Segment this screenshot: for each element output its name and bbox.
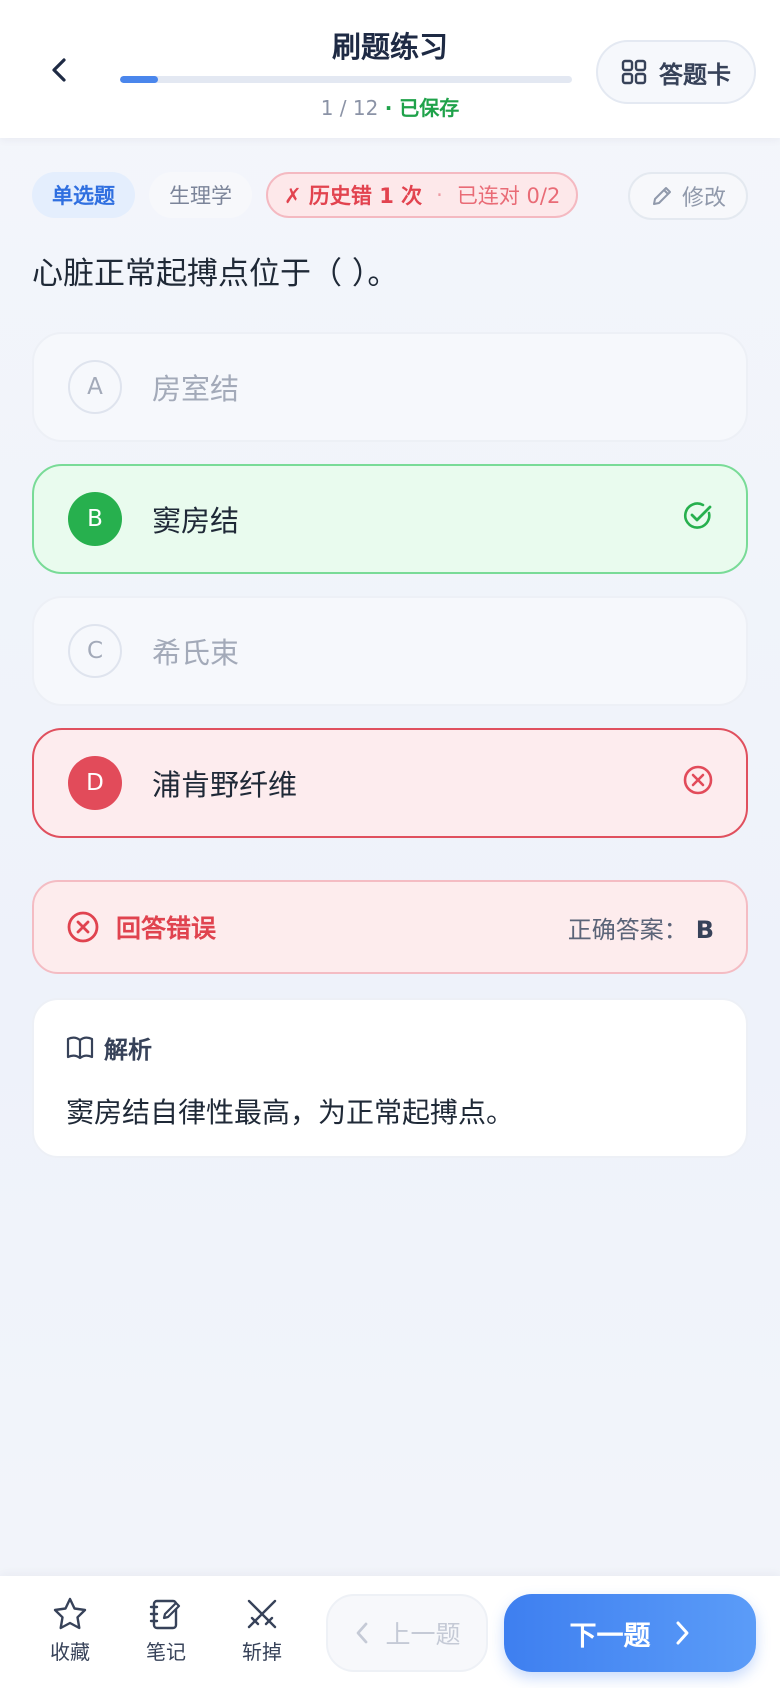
analysis-title: 解析	[104, 1036, 152, 1064]
x-circle-icon	[67, 911, 99, 943]
notebook-edit-icon	[149, 1599, 181, 1630]
tag-separator: ·	[436, 183, 443, 207]
streak-count: 已连对 0/2	[456, 184, 561, 208]
star-icon	[53, 1597, 87, 1630]
remove-button[interactable]: 斩掉	[222, 1596, 302, 1676]
progress-text: 1 / 12	[320, 96, 379, 120]
option-letter: B	[68, 492, 122, 546]
result-label: 回答错误	[116, 914, 217, 943]
option-a[interactable]: A 房室结	[32, 332, 748, 442]
analysis-card: 解析 窦房结自律性最高，为正常起搏点。	[32, 998, 748, 1158]
book-open-icon	[66, 1036, 94, 1059]
option-text: 窦房结	[152, 504, 240, 538]
option-text: 浦肯野纤维	[152, 768, 298, 802]
check-circle-icon	[683, 502, 712, 529]
answer-card-label: 答题卡	[659, 60, 731, 89]
grid-icon	[621, 59, 647, 85]
previous-label: 上一题	[385, 1620, 461, 1649]
correct-answer: 正确答案： B	[568, 910, 714, 945]
question-type-tag: 单选题	[32, 172, 135, 218]
answer-card-button[interactable]: 答题卡	[596, 40, 756, 104]
remove-label: 斩掉	[242, 1640, 282, 1664]
previous-question-button[interactable]: 上一题	[326, 1594, 488, 1672]
analysis-header: 解析	[66, 1030, 714, 1065]
next-question-button[interactable]: 下一题	[504, 1594, 756, 1672]
option-d[interactable]: D 浦肯野纤维	[32, 728, 748, 838]
note-label: 笔记	[146, 1640, 186, 1664]
option-letter: A	[68, 360, 122, 414]
question-text: 心脏正常起搏点位于（ ）。	[32, 256, 399, 292]
correct-answer-prefix: 正确答案：	[567, 915, 688, 944]
favorite-label: 收藏	[50, 1640, 90, 1664]
chevron-right-icon	[676, 1621, 688, 1645]
answer-result: 回答错误 正确答案： B	[32, 880, 748, 974]
option-letter: C	[68, 624, 122, 678]
crossed-swords-icon	[247, 1599, 277, 1629]
option-letter: D	[68, 756, 122, 810]
analysis-text: 窦房结自律性最高，为正常起搏点。	[66, 1096, 515, 1129]
x-circle-icon	[683, 765, 713, 795]
edit-button[interactable]: 修改	[628, 172, 748, 220]
chevron-left-icon	[357, 1622, 368, 1644]
progress-bar-fill	[120, 76, 158, 83]
subject-tag: 生理学	[149, 172, 252, 218]
favorite-button[interactable]: 收藏	[30, 1596, 110, 1676]
option-text: 希氏束	[152, 636, 240, 670]
bottom-toolbar: 收藏 笔记 斩掉 上一题 下一题	[0, 1576, 780, 1688]
pencil-icon	[652, 187, 671, 205]
option-c[interactable]: C 希氏束	[32, 596, 748, 706]
next-label: 下一题	[569, 1620, 651, 1652]
question-tags: 单选题 生理学 ✗ 历史错 1 次 · 已连对 0/2	[32, 172, 579, 218]
correct-answer-value: B	[695, 915, 714, 944]
history-error-tag: ✗ 历史错 1 次 · 已连对 0/2	[266, 172, 579, 218]
option-b[interactable]: B 窦房结	[32, 464, 748, 574]
progress-bar	[120, 76, 572, 83]
option-text: 房室结	[152, 372, 240, 406]
header-bar: 刷题练习 1 / 12 · 已保存 答题卡	[0, 0, 780, 138]
edit-label: 修改	[681, 186, 726, 211]
history-error-count: ✗ 历史错 1 次	[284, 184, 423, 208]
note-button[interactable]: 笔记	[126, 1596, 206, 1676]
saved-status: · 已保存	[384, 96, 460, 120]
